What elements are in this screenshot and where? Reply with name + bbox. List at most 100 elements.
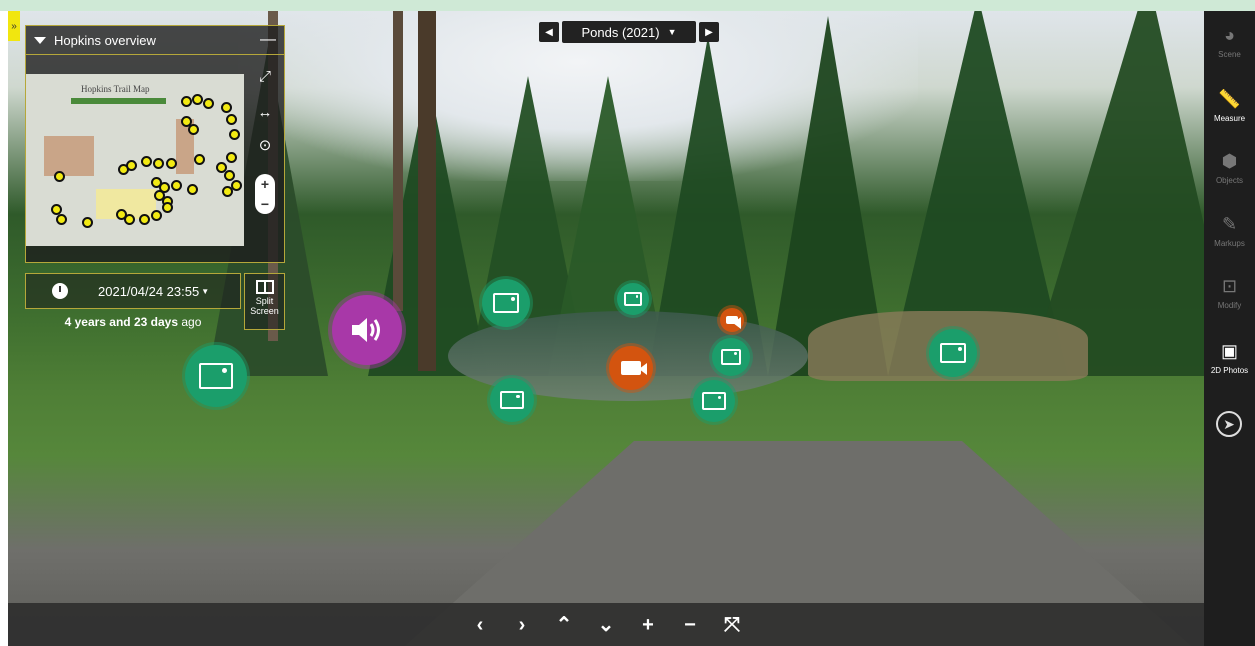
chevron-left-icon[interactable]: ‹ bbox=[469, 614, 491, 636]
photo-hotspot[interactable] bbox=[185, 345, 247, 407]
map-pin[interactable] bbox=[224, 170, 235, 181]
caret-right-icon: ▶ bbox=[705, 26, 713, 38]
time-ago-text: 4 years and 23 days ago bbox=[25, 315, 241, 329]
time-ago-amount: 4 years and 23 days bbox=[64, 315, 179, 329]
camera-icon: ⊡ bbox=[1221, 276, 1238, 296]
photo-hotspot[interactable] bbox=[929, 329, 977, 377]
overview-panel: Hopkins overview — Hopkins Trail Map ⤢ ↔… bbox=[25, 25, 285, 263]
toolbar-item-modify[interactable]: ⊡ Modify bbox=[1204, 276, 1255, 310]
map-pin[interactable] bbox=[188, 124, 199, 135]
split-screen-icon bbox=[255, 280, 274, 294]
image-icon bbox=[624, 292, 642, 306]
caret-down-icon: ▼ bbox=[201, 286, 210, 296]
image-icon bbox=[939, 342, 967, 364]
chevron-down-icon[interactable]: ⌄ bbox=[595, 614, 617, 636]
image-icon bbox=[702, 392, 726, 410]
image-icon bbox=[492, 292, 520, 314]
bottom-navigation-bar: ‹ › ⌃ ⌄ + − ⤧ bbox=[8, 603, 1204, 646]
zoom-out-icon[interactable]: − bbox=[679, 614, 701, 636]
next-scene-button[interactable]: ▶ bbox=[699, 22, 719, 42]
photo-hotspot[interactable] bbox=[712, 338, 750, 376]
map-pin[interactable] bbox=[151, 210, 162, 221]
minimize-button[interactable]: — bbox=[260, 31, 276, 49]
photo-hotspot[interactable] bbox=[490, 378, 534, 422]
date-value: 2021/04/24 23:55 bbox=[98, 283, 200, 299]
video-hotspot[interactable] bbox=[609, 346, 653, 390]
map-pin[interactable] bbox=[126, 160, 137, 171]
map-pin[interactable] bbox=[221, 102, 232, 113]
map-pin[interactable] bbox=[162, 202, 173, 213]
map-pin[interactable] bbox=[226, 152, 237, 163]
toolbar-label: Objects bbox=[1215, 176, 1244, 185]
image-icon bbox=[499, 390, 525, 410]
map-zoom-control: + − bbox=[255, 174, 275, 214]
map-pin[interactable] bbox=[222, 186, 233, 197]
map-pin[interactable] bbox=[153, 158, 164, 169]
overview-header[interactable]: Hopkins overview — bbox=[26, 26, 284, 55]
toolbar-label: 2D Photos bbox=[1210, 366, 1249, 375]
map-pin[interactable] bbox=[124, 214, 135, 225]
toolbar-item-scene[interactable]: ◕ Scene bbox=[1204, 25, 1255, 59]
caret-left-icon: ◀ bbox=[545, 26, 553, 38]
split-label-line1: Split bbox=[255, 296, 274, 306]
map-pin[interactable] bbox=[139, 214, 150, 225]
photo-hotspot[interactable] bbox=[693, 380, 735, 422]
toolbar-label: Scene bbox=[1218, 50, 1241, 59]
map-pin[interactable] bbox=[54, 171, 65, 182]
cube-icon: ⬢ bbox=[1221, 151, 1238, 171]
expand-sidebar-button[interactable]: » bbox=[8, 11, 20, 41]
map-pin[interactable] bbox=[194, 154, 205, 165]
map-pin[interactable] bbox=[82, 217, 93, 228]
image-icon bbox=[720, 349, 742, 365]
right-toolbar: ◕ Scene 📏 Measure ⬢ Objects ✎ Markups ⊡ … bbox=[1204, 11, 1255, 646]
caret-down-icon: ▼ bbox=[667, 27, 677, 37]
map-pin[interactable] bbox=[181, 96, 192, 107]
map-title: Hopkins Trail Map bbox=[81, 84, 150, 94]
map-pin[interactable] bbox=[141, 156, 152, 167]
previous-scene-button[interactable]: ◀ bbox=[539, 22, 559, 42]
map-pin[interactable] bbox=[192, 94, 203, 105]
toolbar-label: Modify bbox=[1217, 301, 1242, 310]
image-icon bbox=[198, 362, 234, 390]
toolbar-item-measure[interactable]: 📏 Measure bbox=[1204, 89, 1255, 123]
map-pin[interactable] bbox=[56, 214, 67, 225]
map-area bbox=[44, 136, 94, 176]
zoom-in-icon[interactable]: + bbox=[255, 174, 275, 194]
chevron-up-icon[interactable]: ⌃ bbox=[553, 614, 575, 636]
map-pin[interactable] bbox=[187, 184, 198, 195]
overview-map[interactable]: Hopkins Trail Map bbox=[26, 74, 244, 246]
fullscreen-icon[interactable]: ⤧ bbox=[721, 614, 743, 636]
split-label-line2: Screen bbox=[250, 306, 279, 316]
photo-hotspot[interactable] bbox=[482, 279, 530, 327]
scene-name: Ponds (2021) bbox=[581, 24, 660, 40]
toolbar-item-objects[interactable]: ⬢ Objects bbox=[1204, 151, 1255, 185]
zoom-out-icon[interactable]: − bbox=[255, 194, 275, 214]
collapse-triangle-icon[interactable] bbox=[34, 36, 46, 44]
split-screen-button[interactable]: Split Screen bbox=[244, 273, 285, 330]
map-pin[interactable] bbox=[171, 180, 182, 191]
expand-icon[interactable]: ⤢ bbox=[254, 68, 276, 85]
map-header-bar bbox=[71, 98, 166, 104]
map-pin[interactable] bbox=[203, 98, 214, 109]
map-pin[interactable] bbox=[229, 129, 240, 140]
scene-icon: ◕ bbox=[1224, 25, 1235, 45]
pen-icon: ✎ bbox=[1221, 214, 1238, 234]
tree-trunk bbox=[393, 11, 403, 311]
chevron-right-icon[interactable]: › bbox=[511, 614, 533, 636]
zoom-in-icon[interactable]: + bbox=[637, 614, 659, 636]
toolbar-item-markups[interactable]: ✎ Markups bbox=[1204, 214, 1255, 248]
compass-icon[interactable]: ➤ bbox=[1216, 411, 1242, 437]
map-pin[interactable] bbox=[226, 114, 237, 125]
audio-hotspot[interactable] bbox=[332, 295, 402, 365]
fit-width-icon[interactable]: ↔ bbox=[254, 104, 276, 121]
toolbar-label: Markups bbox=[1214, 239, 1245, 248]
time-ago-suffix: ago bbox=[181, 315, 202, 329]
scene-select[interactable]: Ponds (2021) ▼ bbox=[562, 21, 696, 43]
locate-icon[interactable]: ⊙ bbox=[254, 136, 276, 154]
toolbar-item-2d-photos[interactable]: ▣ 2D Photos bbox=[1204, 341, 1255, 375]
date-selector[interactable]: 2021/04/24 23:55 ▼ bbox=[25, 273, 241, 309]
map-pin[interactable] bbox=[166, 158, 177, 169]
video-camera-icon bbox=[726, 316, 741, 329]
photo-hotspot[interactable] bbox=[617, 283, 649, 315]
video-hotspot[interactable] bbox=[720, 308, 744, 332]
